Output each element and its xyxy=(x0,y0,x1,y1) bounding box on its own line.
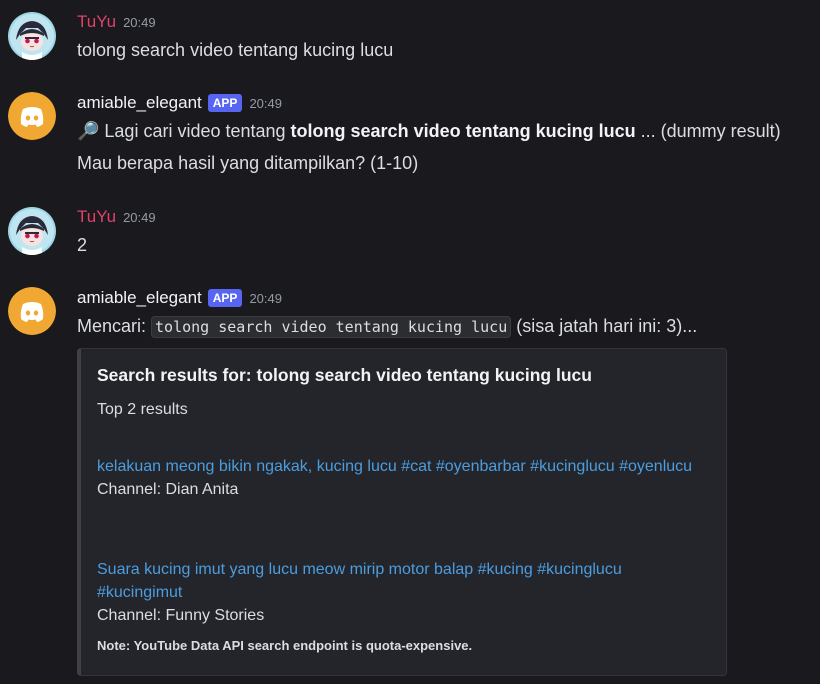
username[interactable]: TuYu xyxy=(77,207,116,227)
message-header: TuYu 20:49 xyxy=(77,12,156,32)
message-text-line-1: 🔎 Lagi cari video tentang tolong search … xyxy=(77,121,781,142)
search-results-embed: Search results for: tolong search video … xyxy=(77,348,727,676)
message-header: amiable_elegant APP 20:49 xyxy=(77,288,282,308)
username[interactable]: amiable_elegant xyxy=(77,93,202,113)
message-header: TuYu 20:49 xyxy=(77,207,156,227)
timestamp: 20:49 xyxy=(249,290,282,306)
video-link[interactable]: kelakuan meong bikin ngakak, kucing lucu… xyxy=(97,455,697,478)
anime-avatar-icon xyxy=(8,12,56,60)
video-link[interactable]: Suara kucing imut yang lucu meow mirip m… xyxy=(97,558,697,604)
timestamp: 20:49 xyxy=(123,14,156,30)
message-text: 2 xyxy=(77,235,88,255)
message-text: tolong search video tentang kucing lucu xyxy=(77,40,394,60)
embed-subtitle: Top 2 results xyxy=(97,401,188,418)
search-query-bold: tolong search video tentang kucing lucu xyxy=(290,121,636,141)
message-header: amiable_elegant APP 20:49 xyxy=(77,93,282,113)
embed-note: Note: YouTube Data API search endpoint i… xyxy=(97,638,473,653)
message-text-line-2: Mau berapa hasil yang ditampilkan? (1-10… xyxy=(77,153,419,173)
discord-logo-icon xyxy=(8,287,56,335)
searching-prefix: Mencari: xyxy=(77,316,152,336)
searching-suffix: (sisa jatah hari ini: 3)... xyxy=(511,316,698,336)
query-code-span: tolong search video tentang kucing lucu xyxy=(151,316,512,338)
bot-avatar[interactable] xyxy=(8,92,56,140)
timestamp: 20:49 xyxy=(123,209,156,225)
message-text: Mencari: tolong search video tentang kuc… xyxy=(77,316,698,338)
search-text-suffix: ... (dummy result) xyxy=(635,121,781,141)
embed-title: Search results for: tolong search video … xyxy=(97,365,592,385)
discord-logo-icon xyxy=(8,92,56,140)
username[interactable]: amiable_elegant xyxy=(77,288,202,308)
bot-avatar[interactable] xyxy=(8,287,56,335)
channel-name: Channel: Dian Anita xyxy=(97,481,239,498)
timestamp: 20:49 xyxy=(249,95,282,111)
username[interactable]: TuYu xyxy=(77,12,116,32)
app-badge: APP xyxy=(207,289,243,307)
user-avatar[interactable] xyxy=(8,207,56,255)
anime-avatar-icon xyxy=(8,207,56,255)
chat-log: TuYu 20:49 tolong search video tentang k… xyxy=(0,0,820,684)
result-item: Suara kucing imut yang lucu meow mirip m… xyxy=(97,558,697,627)
result-item: kelakuan meong bikin ngakak, kucing lucu… xyxy=(97,455,697,501)
search-text-prefix: 🔎 Lagi cari video tentang xyxy=(77,121,291,141)
user-avatar[interactable] xyxy=(8,12,56,60)
app-badge: APP xyxy=(207,94,243,112)
channel-name: Channel: Funny Stories xyxy=(97,607,265,624)
